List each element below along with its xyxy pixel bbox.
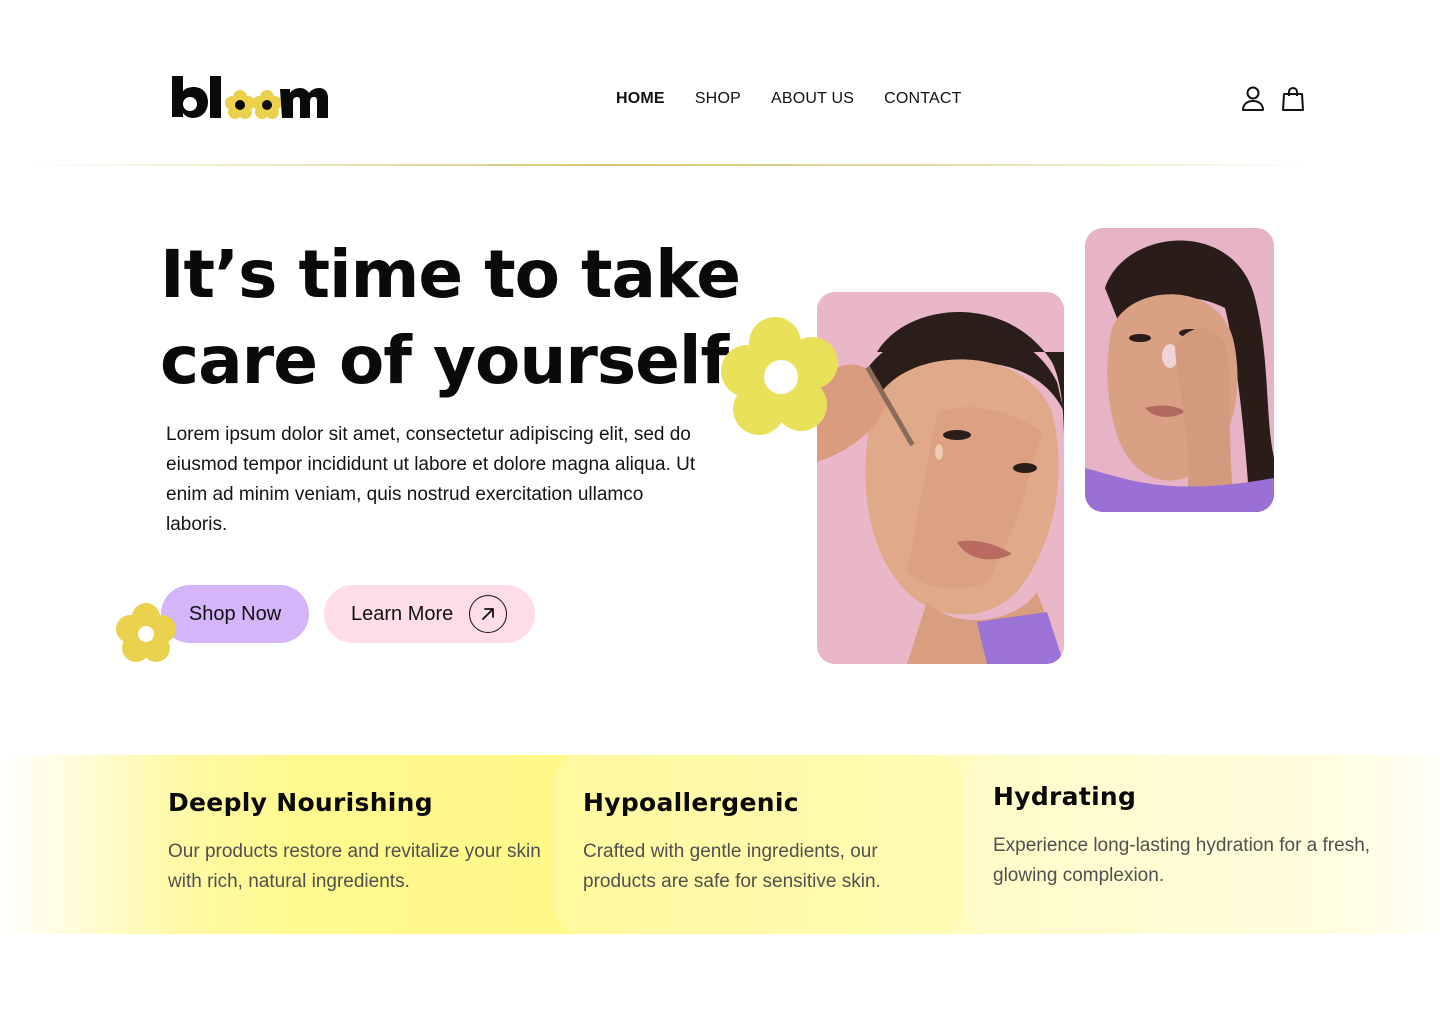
features-band: Deeply Nourishing Our products restore a… bbox=[0, 755, 1440, 934]
arrow-up-right-icon bbox=[469, 595, 508, 633]
feature-title: Hydrating bbox=[993, 782, 1137, 811]
feature-description: Crafted with gentle ingredients, our pro… bbox=[583, 841, 881, 892]
header-actions bbox=[1240, 86, 1306, 112]
shop-now-label: Shop Now bbox=[188, 602, 282, 625]
shop-now-button[interactable]: Shop Now bbox=[161, 585, 309, 643]
feature-title: Deeply Nourishing bbox=[168, 788, 433, 817]
learn-more-label: Learn More bbox=[351, 602, 454, 625]
nav-item-about-us[interactable]: ABOUT US bbox=[771, 90, 854, 108]
brand-logo[interactable] bbox=[168, 72, 328, 128]
nav-item-home[interactable]: HOME bbox=[616, 90, 665, 108]
feature-description: Our products restore and revitalize your… bbox=[168, 841, 541, 892]
hero-description: Lorem ipsum dolor sit amet, consectetur … bbox=[166, 424, 696, 535]
shopping-bag-icon[interactable] bbox=[1280, 86, 1306, 112]
hero-photo-cream bbox=[1085, 228, 1274, 512]
header-divider bbox=[24, 164, 1314, 166]
feature-title: Hypoallergenic bbox=[583, 788, 799, 817]
feature-description: Experience long-lasting hydration for a … bbox=[993, 835, 1371, 886]
user-icon[interactable] bbox=[1240, 86, 1266, 112]
hero-title: It’s time to take care of yourself bbox=[160, 232, 800, 404]
hero-photo-serum bbox=[817, 292, 1064, 664]
bloom-logo-graphic bbox=[172, 76, 328, 119]
learn-more-button[interactable]: Learn More bbox=[324, 585, 535, 643]
nav-item-shop[interactable]: SHOP bbox=[695, 90, 741, 108]
nav-item-contact[interactable]: CONTACT bbox=[884, 90, 962, 108]
decorative-flower-small bbox=[114, 602, 178, 666]
hero-title-line-1: It’s time to take bbox=[160, 236, 741, 313]
decorative-flower-large bbox=[720, 316, 842, 438]
main-nav: HOME SHOP ABOUT US CONTACT bbox=[616, 90, 962, 108]
hero-title-line-2: care of yourself bbox=[160, 322, 729, 399]
